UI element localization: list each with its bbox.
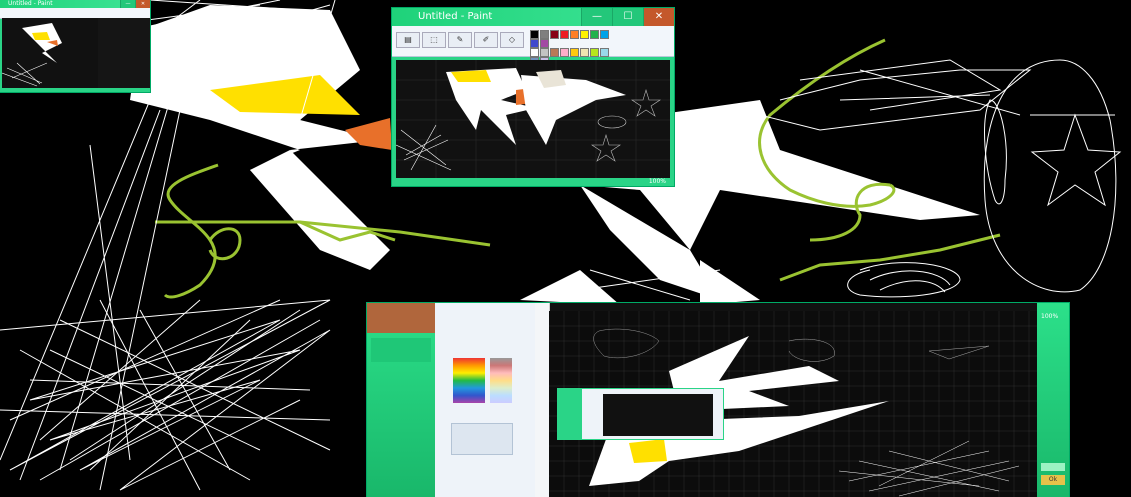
small-canvas[interactable] (1, 18, 98, 88)
strip-top-button[interactable] (367, 303, 435, 333)
shapes-icon: ◇ (508, 35, 516, 44)
small-minimize-button[interactable]: — (120, 0, 135, 8)
right-strip: 100% Ok (1037, 303, 1069, 497)
left-strip (367, 303, 435, 497)
palette-swatch[interactable] (590, 30, 599, 39)
pencil-tool[interactable]: ✎ (448, 32, 472, 48)
strip-button-2[interactable] (371, 338, 431, 362)
white-bolt-left-tail (250, 150, 390, 270)
small-paint-window[interactable]: Untitled - Paint — ✕ (0, 0, 150, 92)
palette-swatch[interactable] (530, 30, 539, 39)
palette-swatch[interactable] (540, 39, 549, 48)
white-small-shape (700, 260, 760, 305)
canvas-drawing (395, 60, 670, 178)
clipboard-icon: ▤ (404, 35, 412, 44)
palette-swatch[interactable] (590, 48, 599, 57)
zoom-level: 100% (648, 178, 666, 185)
right-strip-button-1[interactable] (1041, 463, 1065, 471)
statusbar: 100% (392, 178, 674, 186)
bottom-paint-window[interactable]: 100% Ok (367, 303, 1069, 497)
shapes-tool[interactable]: ◇ (500, 32, 524, 48)
color-column[interactable] (453, 358, 485, 403)
right-ok-button[interactable]: Ok (1041, 475, 1065, 485)
paint-window[interactable]: Untitled - Paint — ☐ ✕ ▤ ⬚ ✎ ✐ ◇ 100% (392, 8, 674, 186)
small-close-button[interactable]: ✕ (135, 0, 150, 8)
vertical-ruler (535, 303, 550, 497)
paint-canvas[interactable] (395, 60, 670, 178)
brush-icon: ✐ (482, 35, 490, 44)
palette-swatch[interactable] (600, 30, 609, 39)
palette-swatch[interactable] (550, 30, 559, 39)
palette-swatch[interactable] (560, 30, 569, 39)
nested-window-strip (558, 389, 582, 439)
pencil-icon: ✎ (456, 35, 464, 44)
close-button[interactable]: ✕ (643, 8, 674, 26)
palette-swatch[interactable] (580, 48, 589, 57)
palette-swatch[interactable] (530, 48, 539, 57)
ribbon-column (435, 303, 536, 497)
orange-wedge (345, 118, 392, 150)
bottom-canvas[interactable] (549, 311, 1039, 497)
brush-tool[interactable]: ✐ (474, 32, 498, 48)
small-canvas-drawing (1, 23, 62, 87)
color-column-2[interactable] (490, 358, 512, 403)
palette-swatch[interactable] (530, 39, 539, 48)
paste-button[interactable]: ▤ (396, 32, 420, 48)
paint-title: Untitled - Paint (418, 11, 493, 22)
select-icon: ⬚ (430, 35, 438, 44)
palette-swatch[interactable] (580, 30, 589, 39)
nested-window (557, 388, 724, 440)
right-zoom-label: 100% (1041, 313, 1059, 320)
small-window-title: Untitled - Paint (8, 0, 53, 7)
minimize-button[interactable]: — (581, 8, 612, 26)
shapes-gallery[interactable] (451, 423, 513, 455)
maximize-button[interactable]: ☐ (612, 8, 643, 26)
palette-swatch[interactable] (540, 30, 549, 39)
white-triangle (520, 270, 620, 305)
nested-window-canvas (603, 394, 713, 436)
palette-swatch[interactable] (550, 48, 559, 57)
ribbon: ▤ ⬚ ✎ ✐ ◇ (392, 26, 674, 66)
palette-swatch[interactable] (570, 30, 579, 39)
palette-swatch[interactable] (540, 48, 549, 57)
select-button[interactable]: ⬚ (422, 32, 446, 48)
palette-swatch[interactable] (600, 48, 609, 57)
small-side-canvas (98, 18, 150, 88)
palette-swatch[interactable] (560, 48, 569, 57)
palette-swatch[interactable] (570, 48, 579, 57)
